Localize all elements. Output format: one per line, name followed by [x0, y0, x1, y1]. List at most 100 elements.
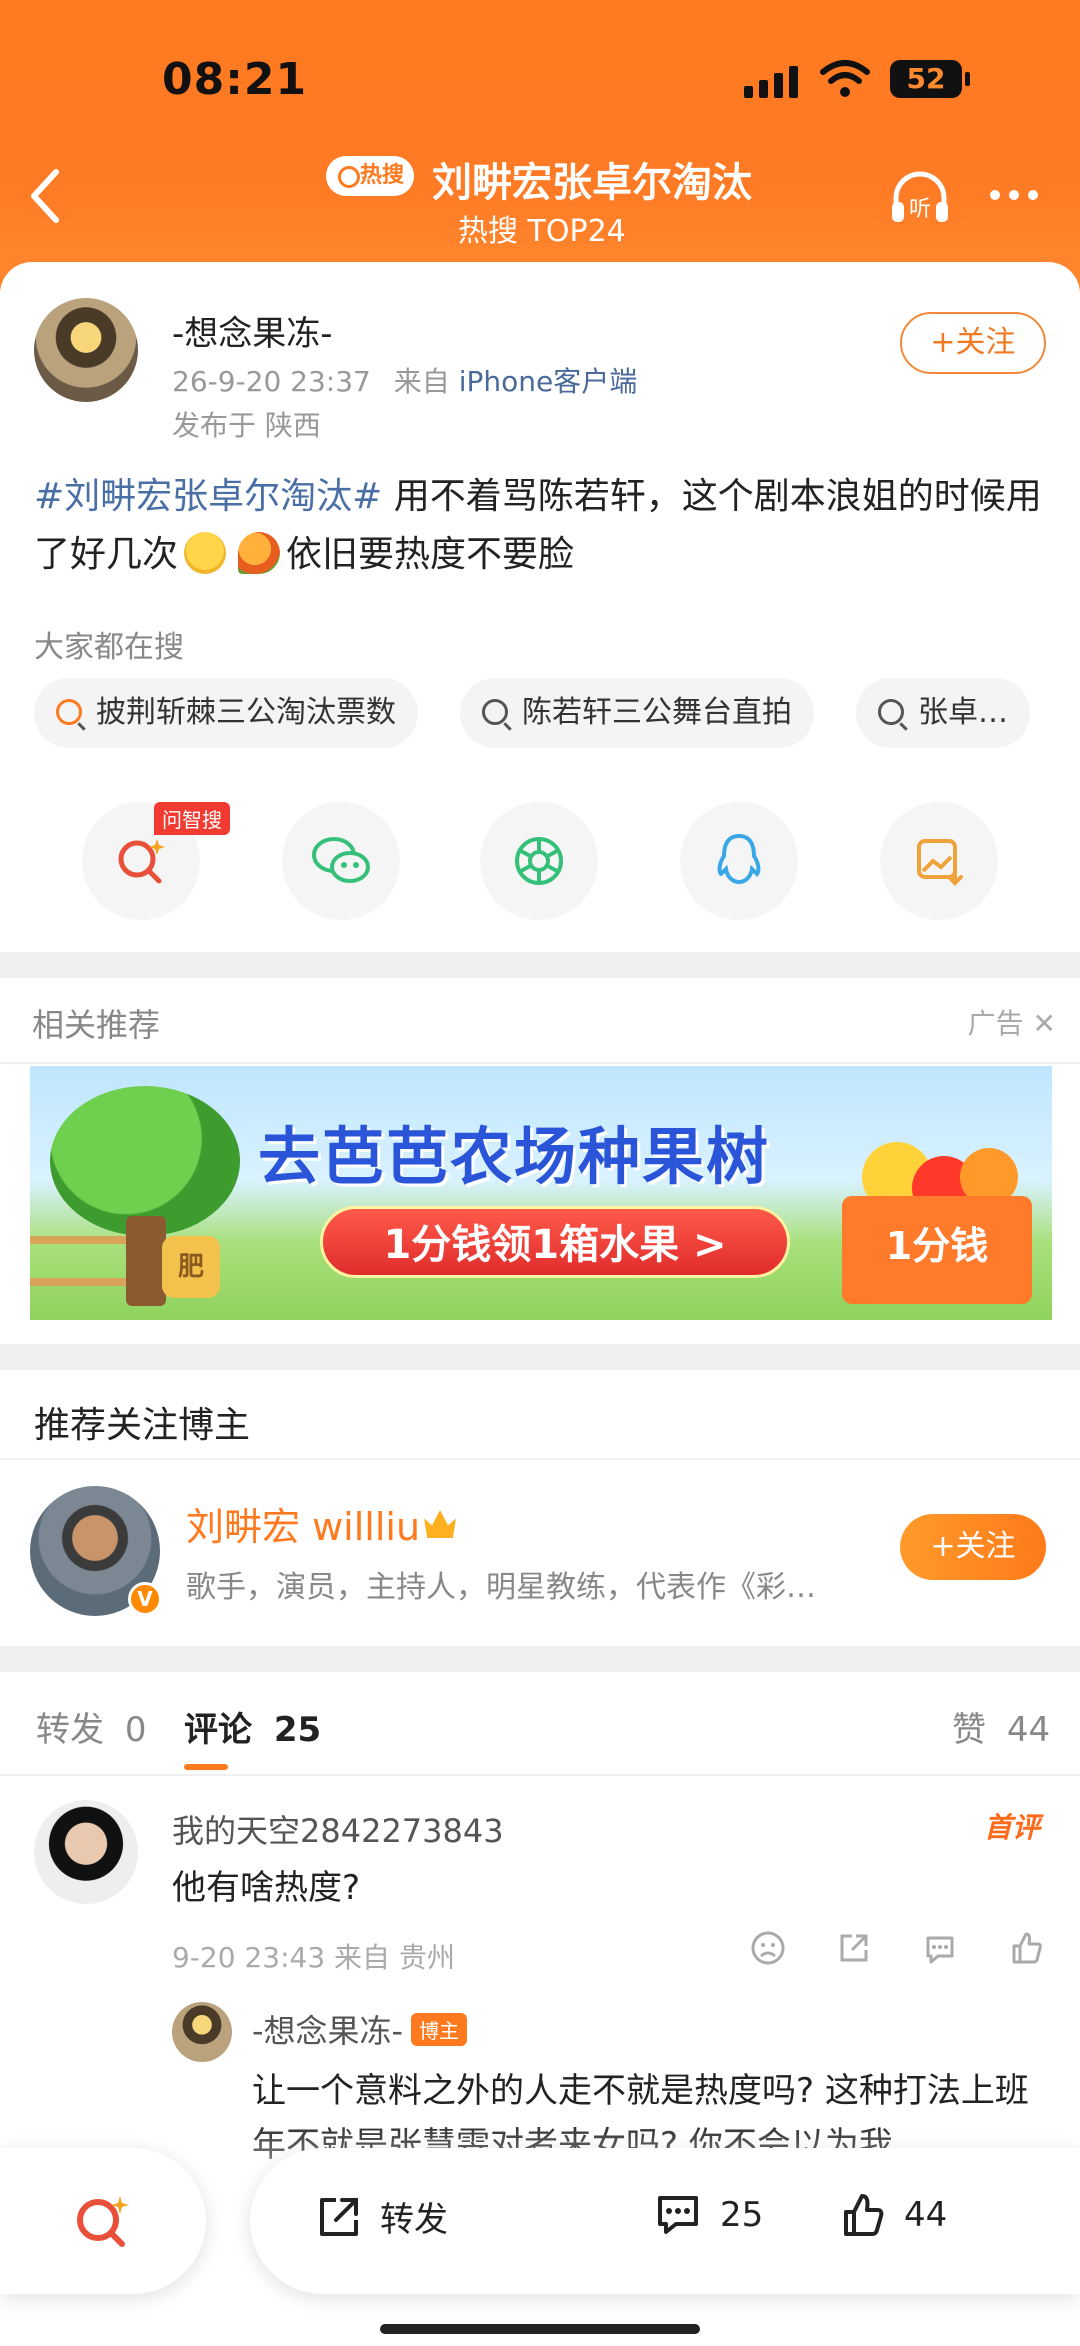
recommended-blogger-section: 推荐关注博主 V 刘畊宏 willliu 歌手，演员，主持人，明星教练，代表作《…	[0, 1370, 1080, 1646]
reply-icon[interactable]	[922, 1930, 958, 1966]
search-chip[interactable]: 张卓…	[856, 678, 1030, 748]
search-chip-label: 披荆斩棘三公淘汰票数	[96, 695, 396, 730]
reply-avatar[interactable]	[172, 2002, 232, 2062]
hashtag-link[interactable]: #刘畊宏张卓尔淘汰#	[34, 476, 382, 517]
back-arrow-icon[interactable]	[24, 166, 68, 226]
like-count: 44	[904, 2195, 948, 2235]
moments-icon	[515, 837, 563, 885]
topic-header: 08:21 52 热搜 刘畊宏张卓尔淘汰 热搜 TOP24 听	[0, 0, 1080, 300]
fertilizer-jar: 肥	[162, 1236, 220, 1298]
share-comment-icon[interactable]	[836, 1930, 872, 1966]
ai-search-fab[interactable]	[0, 2148, 206, 2294]
save-image-icon	[917, 839, 963, 886]
like-button[interactable]: 44	[840, 2192, 947, 2238]
tab-comments-count: 25	[273, 1710, 322, 1750]
wifi-icon	[820, 60, 870, 97]
share-moments-button[interactable]	[480, 802, 598, 920]
ad-close-button[interactable]: 广告 ✕	[968, 1002, 1056, 1042]
search-chip-label: 张卓…	[918, 695, 1008, 730]
author-badge: 博主	[411, 2013, 468, 2046]
divider	[0, 1774, 1080, 1776]
follow-button[interactable]: +关注	[900, 312, 1046, 374]
blogger-name-text: 刘畊宏 willliu	[186, 1505, 421, 1549]
topic-rank: 热搜 TOP24	[458, 214, 626, 249]
post-timestamp: 26-9-20 23:37	[172, 365, 371, 398]
comment-text: 他有啥热度?	[172, 1868, 361, 1908]
divider	[0, 1458, 1080, 1460]
comment-actions	[750, 1930, 1044, 1966]
tab-repost[interactable]: 转发 0	[36, 1702, 146, 1751]
tree-trunk-illustration	[126, 1216, 166, 1306]
post-username[interactable]: -想念果冻-	[172, 306, 333, 355]
blogger-description: 歌手，演员，主持人，明星教练，代表作《彩…	[186, 1570, 816, 1605]
search-chip[interactable]: 披荆斩棘三公淘汰票数	[34, 678, 418, 748]
ad-banner[interactable]: 肥 去芭芭农场种果树 1分钱领1箱水果 > 1分钱	[30, 1066, 1052, 1320]
follow-blogger-button[interactable]: +关注	[900, 1514, 1046, 1580]
blogger-name[interactable]: 刘畊宏 willliu	[186, 1496, 457, 1551]
tab-repost-label: 转发	[36, 1710, 104, 1750]
cellular-signal-icon	[744, 64, 798, 98]
avatar[interactable]	[34, 298, 138, 402]
comment-count: 25	[720, 2195, 764, 2235]
tab-likes-label: 赞	[952, 1710, 986, 1750]
status-time: 08:21	[162, 54, 308, 105]
share-qq-button[interactable]	[680, 802, 798, 920]
home-indicator	[380, 2324, 700, 2334]
fruit-box-illustration: 1分钱	[842, 1136, 1032, 1304]
post-source-prefix: 来自	[393, 365, 450, 398]
post-source[interactable]: iPhone客户端	[459, 365, 638, 398]
save-image-button[interactable]	[880, 802, 998, 920]
thinking-emoji-icon	[184, 532, 227, 574]
post-location: 发布于 陕西	[172, 409, 321, 442]
battery-icon: 52	[890, 60, 970, 98]
banner-headline: 去芭芭农场种果树	[258, 1120, 771, 1193]
more-options-icon[interactable]	[990, 190, 1038, 200]
tab-indicator	[184, 1764, 228, 1770]
post-text-part2: 依旧要热度不要脸	[286, 534, 575, 575]
banner-cta[interactable]: 1分钱领1箱水果 >	[320, 1206, 790, 1278]
search-icon	[878, 699, 904, 725]
topic-title: 刘畊宏张卓尔淘汰	[432, 160, 752, 206]
repost-icon	[320, 2197, 358, 2236]
search-chip-label: 陈若轩三公舞台直拍	[522, 695, 792, 730]
ai-search-tag: 问智搜	[154, 802, 230, 835]
comment-avatar[interactable]	[34, 1800, 138, 1904]
first-comment-badge: 首评	[983, 1811, 1040, 1844]
reply-username-text: -想念果冻-	[252, 2012, 404, 2050]
share-wechat-button[interactable]	[282, 802, 400, 920]
dislike-icon[interactable]	[750, 1930, 786, 1966]
mango-emoji-icon	[238, 532, 281, 574]
comment-username[interactable]: 我的天空2842273843	[172, 1806, 504, 1852]
qq-icon	[717, 833, 761, 885]
svg-text:听: 听	[909, 197, 931, 222]
close-icon: ✕	[1032, 1007, 1056, 1040]
recommended-blogger-heading: 推荐关注博主	[34, 1405, 251, 1446]
tab-repost-count: 0	[124, 1710, 147, 1750]
repost-label: 转发	[380, 2200, 448, 2240]
comment-icon	[658, 2196, 698, 2234]
recommend-section: 相关推荐 广告 ✕ 肥 去芭芭农场种果树 1分钱领1箱水果 > 1分钱	[0, 978, 1080, 1344]
divider	[0, 1062, 1080, 1064]
ad-label: 广告	[967, 1007, 1024, 1040]
repost-button[interactable]: 转发	[316, 2192, 448, 2241]
recommend-title: 相关推荐	[32, 1006, 161, 1044]
ai-search-icon	[118, 839, 165, 884]
wechat-icon	[312, 837, 370, 883]
tab-comments[interactable]: 评论 25	[184, 1702, 321, 1751]
hot-search-icon	[56, 699, 82, 725]
crown-icon	[424, 1510, 457, 1538]
post-body: #刘畊宏张卓尔淘汰# 用不着骂陈若轩，这个剧本浪姐的时候用了好几次 依旧要热度不要…	[34, 468, 1044, 584]
tab-likes[interactable]: 赞 44	[952, 1702, 1050, 1751]
listen-icon[interactable]: 听	[888, 168, 952, 228]
post-meta: 26-9-20 23:37 来自 iPhone客户端	[172, 360, 637, 400]
tree-illustration	[50, 1086, 240, 1236]
search-chip[interactable]: 陈若轩三公舞台直拍	[460, 678, 814, 748]
comment-meta: 9-20 23:43 来自 贵州	[172, 1941, 455, 1974]
hot-search-badge: 热搜	[326, 156, 414, 196]
reply-username[interactable]: -想念果冻- 博主	[252, 2006, 468, 2052]
verified-badge-icon: V	[128, 1582, 162, 1616]
like-icon[interactable]	[1008, 1930, 1044, 1966]
tab-likes-count: 44	[1006, 1710, 1051, 1750]
trending-searches-label: 大家都在搜	[34, 630, 184, 665]
comment-button[interactable]: 25	[654, 2192, 763, 2238]
